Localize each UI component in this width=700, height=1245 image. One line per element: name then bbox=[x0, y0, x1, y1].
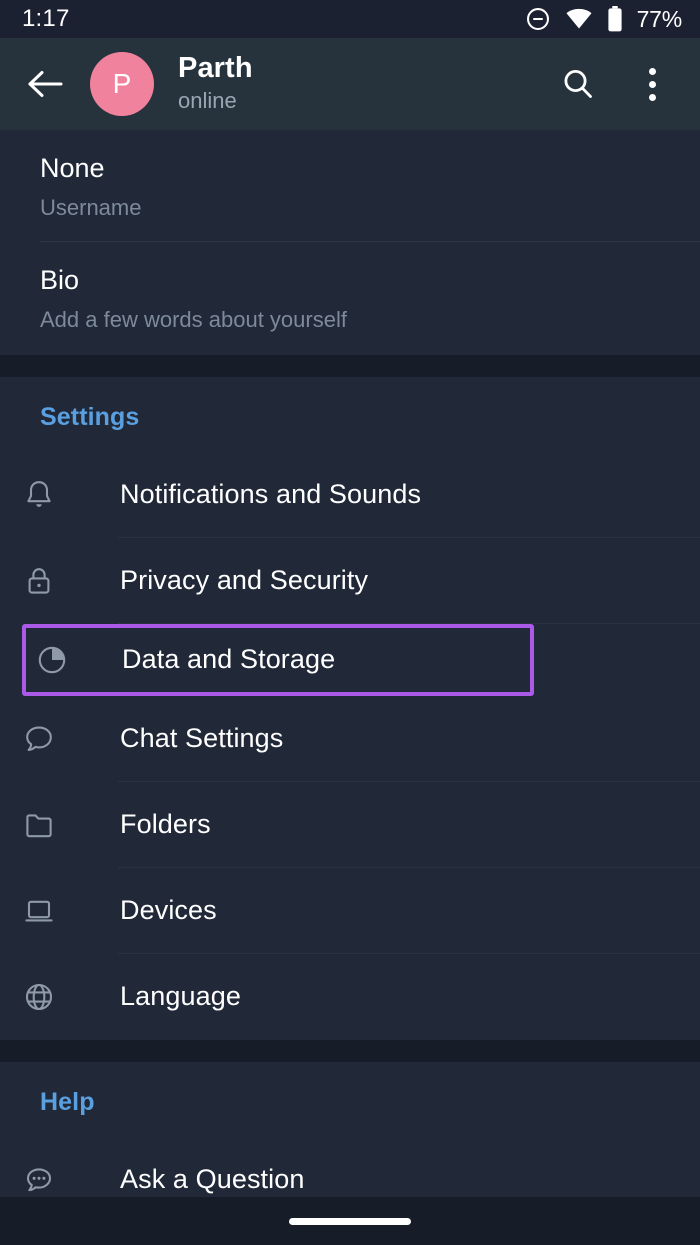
search-icon[interactable] bbox=[552, 58, 604, 110]
sidebar-item-label: Ask a Question bbox=[120, 1164, 305, 1195]
sidebar-item-data-and-storage[interactable]: Data and Storage bbox=[22, 623, 534, 696]
sidebar-item-label: Data and Storage bbox=[122, 644, 336, 675]
chat-dots-icon bbox=[0, 1162, 78, 1198]
system-navigation-bar bbox=[0, 1197, 700, 1245]
folder-icon bbox=[0, 807, 78, 843]
settings-section-header: Settings bbox=[40, 402, 140, 431]
username-value: None bbox=[40, 153, 105, 183]
sidebar-item-devices[interactable]: Devices bbox=[0, 868, 700, 954]
status-bar: 1:17 77% bbox=[0, 0, 700, 38]
username-label: Username bbox=[40, 194, 142, 220]
sidebar-item-label: Folders bbox=[120, 809, 211, 840]
battery-percentage: 77% bbox=[636, 5, 683, 32]
help-section-header: Help bbox=[40, 1087, 95, 1116]
contact-info: Parth online bbox=[178, 52, 552, 116]
bio-value: Bio bbox=[40, 265, 80, 296]
status-icons: 77% bbox=[525, 6, 682, 33]
pie-chart-icon bbox=[26, 642, 78, 678]
sidebar-item-notifications[interactable]: Notifications and Sounds bbox=[0, 452, 700, 538]
chat-bubble-icon bbox=[0, 721, 78, 757]
settings-section: Settings Notifications and Sounds Privac… bbox=[0, 376, 700, 1040]
sidebar-item-chat-settings[interactable]: Chat Settings bbox=[0, 696, 700, 782]
sidebar-item-language[interactable]: Language bbox=[0, 954, 700, 1040]
bio-label: Add a few words about yourself bbox=[40, 307, 347, 333]
sidebar-item-label: Notifications and Sounds bbox=[120, 479, 422, 510]
sidebar-item-label: Devices bbox=[120, 895, 217, 926]
avatar[interactable]: P bbox=[90, 52, 154, 116]
status-time: 1:17 bbox=[22, 5, 70, 32]
online-status: online bbox=[178, 88, 237, 114]
sidebar-item-privacy[interactable]: Privacy and Security bbox=[0, 538, 700, 624]
sidebar-item-label: Chat Settings bbox=[120, 723, 284, 754]
section-divider bbox=[0, 1039, 700, 1062]
overflow-menu-icon[interactable] bbox=[626, 58, 678, 110]
app-bar: P Parth online bbox=[0, 38, 700, 130]
home-gesture-pill[interactable] bbox=[289, 1217, 411, 1225]
sidebar-item-label: Privacy and Security bbox=[120, 565, 369, 596]
sidebar-item-label: Language bbox=[120, 981, 241, 1012]
page-title: Parth bbox=[178, 52, 253, 85]
section-divider bbox=[0, 354, 700, 377]
profile-row-bio[interactable]: Bio Add a few words about yourself bbox=[0, 242, 700, 354]
profile-section: None Username Bio Add a few words about … bbox=[0, 130, 700, 355]
app-screen: 1:17 77% P Parth online None Username Bi… bbox=[0, 0, 700, 1245]
battery-icon bbox=[607, 6, 623, 32]
profile-row-username[interactable]: None Username bbox=[0, 130, 700, 243]
back-arrow-icon[interactable] bbox=[24, 62, 68, 106]
do-not-disturb-icon bbox=[525, 6, 551, 32]
globe-icon bbox=[0, 979, 78, 1015]
lock-icon bbox=[0, 563, 78, 599]
sidebar-item-folders[interactable]: Folders bbox=[0, 782, 700, 868]
wifi-icon bbox=[565, 8, 593, 30]
laptop-icon bbox=[0, 893, 78, 929]
bell-icon bbox=[0, 477, 78, 513]
